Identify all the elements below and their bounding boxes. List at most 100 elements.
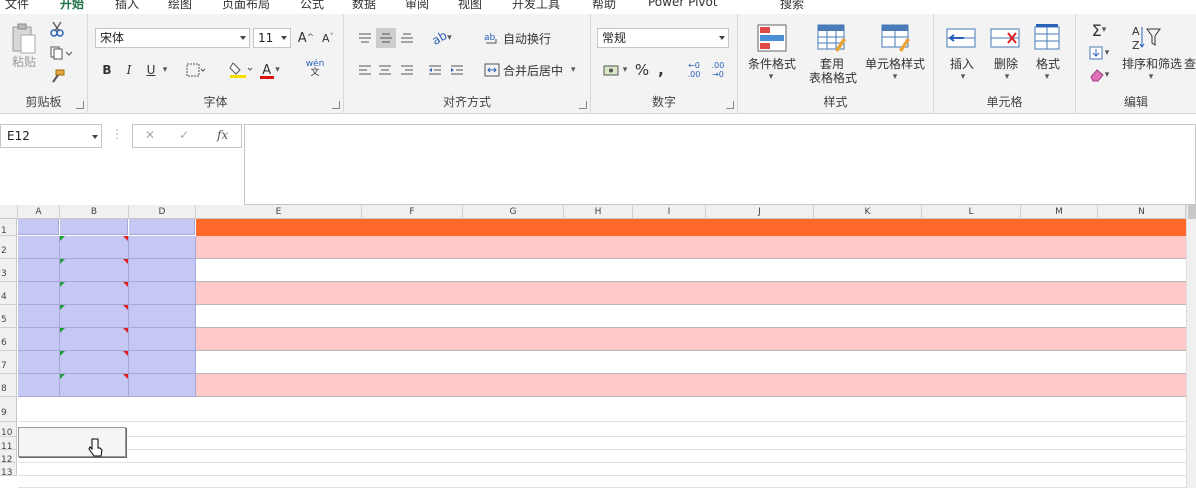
increase-decimal-button[interactable]: ←0 .00 bbox=[683, 58, 705, 82]
tab-search[interactable]: 搜索 bbox=[780, 0, 804, 12]
column-header-h[interactable]: H bbox=[564, 205, 633, 219]
cell-index[interactable] bbox=[18, 351, 60, 374]
total-today-profit[interactable] bbox=[1098, 397, 1182, 414]
paste-label[interactable]: 粘贴 bbox=[6, 54, 42, 69]
row-header-2[interactable]: 2 bbox=[0, 236, 17, 259]
cell-index[interactable] bbox=[18, 236, 60, 259]
tab-view[interactable]: 视图 bbox=[458, 0, 482, 12]
conditional-format-icon[interactable] bbox=[750, 22, 794, 54]
table-row[interactable] bbox=[196, 374, 1186, 397]
insert-cells-label[interactable]: 插入 bbox=[940, 56, 984, 71]
tab-power-pivot[interactable]: Power Pivot bbox=[648, 0, 718, 9]
cell-index[interactable] bbox=[18, 259, 60, 282]
font-color-button[interactable]: A ▾ bbox=[258, 60, 284, 80]
column-header-n[interactable]: N bbox=[1098, 205, 1186, 219]
column-header-l[interactable]: L bbox=[922, 205, 1021, 219]
row-header-4[interactable]: 4 bbox=[0, 282, 17, 305]
grow-font-button[interactable]: A ^ bbox=[296, 28, 316, 48]
cell-fund-code[interactable] bbox=[60, 351, 129, 374]
header-cell-g[interactable] bbox=[463, 219, 564, 236]
delete-cells-icon[interactable] bbox=[988, 22, 1024, 54]
update-wealth-button[interactable] bbox=[18, 427, 126, 457]
cell-fund-code[interactable] bbox=[60, 328, 129, 351]
tab-home[interactable]: 开始 bbox=[60, 0, 84, 12]
select-all-corner[interactable] bbox=[0, 205, 18, 219]
chevron-down-icon[interactable]: ▾ bbox=[890, 72, 900, 82]
spreadsheet-grid[interactable]: ABDEFGHIJKLMN 1 2 3 4 5 6 7 8 9 10 11 12 13 bbox=[0, 205, 1196, 488]
confirm-icon[interactable]: ✓ bbox=[179, 128, 189, 142]
format-painter-icon[interactable] bbox=[48, 68, 66, 86]
cell-styles-icon[interactable] bbox=[878, 22, 914, 54]
row-header-3[interactable]: 3 bbox=[0, 259, 17, 282]
sort-filter-label[interactable]: 排序和筛选 bbox=[1120, 56, 1184, 71]
align-middle-icon[interactable] bbox=[376, 28, 396, 48]
cell-fund-code[interactable] bbox=[60, 374, 129, 397]
tab-data[interactable]: 数据 bbox=[352, 0, 376, 12]
header-cell-i[interactable] bbox=[633, 219, 706, 236]
shrink-font-button[interactable]: Aˇ bbox=[318, 28, 338, 48]
row-header-8[interactable]: 8 bbox=[0, 374, 17, 397]
number-format-dropdown[interactable]: 常规 bbox=[597, 28, 729, 48]
header-cell-a[interactable] bbox=[18, 219, 59, 235]
row-header-1[interactable]: 1 bbox=[0, 219, 17, 236]
row-header-9[interactable]: 9 bbox=[0, 397, 17, 422]
table-row[interactable] bbox=[196, 328, 1186, 351]
cell-fund-code[interactable] bbox=[60, 236, 129, 259]
header-cell-f[interactable] bbox=[362, 219, 463, 236]
table-row[interactable] bbox=[196, 236, 1186, 259]
borders-icon[interactable] bbox=[184, 60, 208, 80]
insert-function-icon[interactable]: fx bbox=[217, 128, 228, 142]
tab-file[interactable]: 文件 bbox=[5, 0, 29, 12]
header-cell-e[interactable] bbox=[196, 219, 362, 236]
wrap-text-button[interactable]: ab 自动换行 bbox=[484, 28, 574, 48]
italic-button[interactable]: I bbox=[120, 60, 138, 80]
column-header-j[interactable]: J bbox=[706, 205, 814, 219]
cell-fund-code[interactable] bbox=[60, 282, 129, 305]
alignment-launcher-icon[interactable] bbox=[579, 101, 587, 109]
vertical-scrollbar[interactable] bbox=[1186, 205, 1196, 488]
font-size-dropdown[interactable]: 11 bbox=[253, 28, 291, 48]
column-header-m[interactable]: M bbox=[1021, 205, 1098, 219]
total-position-profit[interactable] bbox=[922, 397, 1017, 414]
chevron-down-icon[interactable]: ▾ bbox=[1002, 72, 1012, 82]
row-header-7[interactable]: 7 bbox=[0, 351, 17, 374]
cell-index[interactable] bbox=[18, 305, 60, 328]
header-cell-d[interactable] bbox=[129, 219, 195, 235]
clipboard-launcher-icon[interactable] bbox=[76, 101, 84, 109]
table-row[interactable] bbox=[196, 351, 1186, 374]
header-cell-k[interactable] bbox=[814, 219, 922, 236]
tab-formulas[interactable]: 公式 bbox=[300, 0, 324, 12]
decrease-indent-icon[interactable] bbox=[426, 60, 444, 80]
cell-cost-price[interactable] bbox=[129, 374, 196, 397]
column-header-d[interactable]: D bbox=[129, 205, 196, 219]
header-cell-j[interactable] bbox=[706, 219, 814, 236]
row-header-10[interactable]: 10 bbox=[0, 422, 17, 438]
phonetic-button[interactable]: wén 文 bbox=[300, 58, 330, 80]
increase-indent-icon[interactable] bbox=[448, 60, 466, 80]
cell-cost-price[interactable] bbox=[129, 305, 196, 328]
cut-icon[interactable] bbox=[48, 20, 66, 38]
formula-input[interactable] bbox=[244, 124, 1196, 205]
cell-index[interactable] bbox=[18, 374, 60, 397]
conditional-format-label[interactable]: 条件格式 bbox=[742, 56, 802, 71]
percent-button[interactable]: % bbox=[633, 60, 651, 80]
chevron-down-icon[interactable]: ▾ bbox=[1146, 72, 1156, 82]
format-as-table-icon[interactable] bbox=[814, 22, 850, 54]
find-select-label[interactable]: 查 bbox=[1184, 56, 1196, 71]
cell-index[interactable] bbox=[18, 328, 60, 351]
column-header-b[interactable]: B bbox=[60, 205, 129, 219]
tab-developer[interactable]: 开发工具 bbox=[512, 0, 560, 12]
orientation-icon[interactable]: ab ▾ bbox=[428, 28, 456, 48]
cell-cost-price[interactable] bbox=[129, 259, 196, 282]
delete-cells-label[interactable]: 删除 bbox=[984, 56, 1028, 71]
row-header-13[interactable]: 13 bbox=[0, 463, 17, 478]
sort-filter-icon[interactable]: AZ bbox=[1128, 22, 1164, 54]
merge-center-button[interactable]: 合并后居中 ▾ bbox=[484, 60, 588, 80]
copy-icon[interactable] bbox=[48, 44, 74, 62]
column-header-g[interactable]: G bbox=[463, 205, 564, 219]
header-cell-n[interactable] bbox=[1098, 219, 1186, 236]
cell-styles-label[interactable]: 单元格样式 bbox=[860, 56, 930, 71]
cell-fund-code[interactable] bbox=[60, 259, 129, 282]
header-cell-m[interactable] bbox=[1021, 219, 1098, 236]
tab-insert[interactable]: 插入 bbox=[115, 0, 139, 12]
